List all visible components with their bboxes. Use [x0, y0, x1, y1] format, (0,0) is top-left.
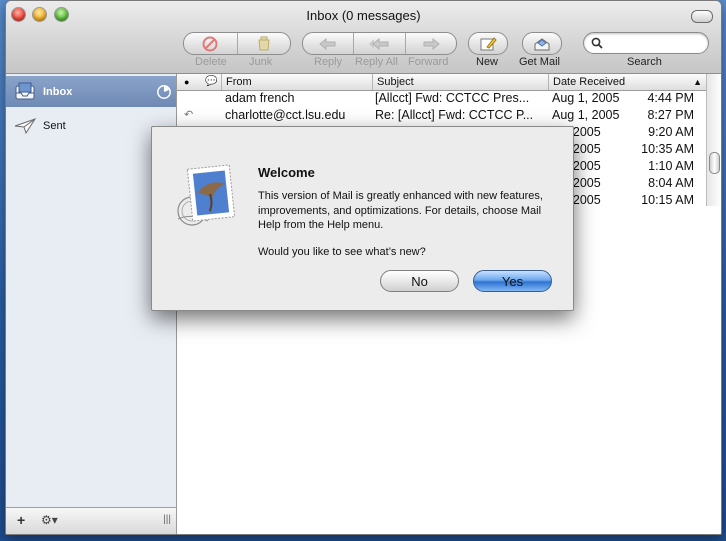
read-status-column-icon[interactable]: ●: [184, 74, 189, 90]
sidebar-item-label: Inbox: [43, 85, 73, 98]
row-time: 10:15 AM: [641, 193, 694, 207]
forward-button[interactable]: [404, 33, 456, 54]
junk-label: Junk: [249, 56, 273, 68]
search-input[interactable]: [583, 32, 709, 54]
row-subject: [Allcct] Fwd: CCTCC Pres...: [375, 91, 530, 105]
search-label: Search: [627, 56, 662, 68]
no-button[interactable]: No: [380, 270, 459, 292]
row-subject: Re: [Allcct] Fwd: CCTCC P...: [375, 108, 534, 122]
search-icon: [591, 37, 603, 49]
junk-icon: [258, 36, 270, 50]
get-mail-label: Get Mail: [519, 56, 560, 68]
yes-button[interactable]: Yes: [473, 270, 552, 292]
row-time: 10:35 AM: [641, 142, 694, 156]
row-time: 1:10 AM: [648, 159, 694, 173]
table-row[interactable]: adam french [Allcct] Fwd: CCTCC Pres... …: [177, 90, 707, 107]
sent-icon: [14, 117, 36, 134]
dialog-message: This version of Mail is greatly enhanced…: [258, 190, 543, 231]
junk-button[interactable]: [236, 33, 291, 54]
column-header-date[interactable]: Date Received ▲: [548, 74, 708, 90]
row-from: charlotte@cct.lsu.edu: [225, 108, 346, 122]
reply-all-label: Reply All: [355, 56, 398, 68]
no-button-label: No: [411, 273, 428, 289]
new-message-button[interactable]: [468, 32, 508, 55]
sidebar-bottom-bar: + ⚙▾ |||: [6, 507, 176, 534]
row-date: Aug 1, 2005: [552, 91, 620, 105]
toolbar-toggle-button[interactable]: [691, 10, 713, 23]
new-label: New: [476, 56, 499, 68]
get-mail-icon: [534, 37, 550, 50]
reply-all-arrow-icon: [369, 37, 389, 50]
welcome-dialog: Welcome This version of Mail is greatly …: [151, 126, 574, 311]
replied-icon: ↶: [184, 109, 194, 121]
row-from: adam french: [225, 91, 295, 105]
column-header-date-label: Date Received: [553, 76, 626, 88]
row-time: 9:20 AM: [648, 125, 694, 139]
toolbar: Inbox (0 messages) Delete Junk Reply Rep…: [6, 1, 721, 74]
compose-icon: [480, 36, 497, 50]
column-header-from[interactable]: From: [221, 74, 371, 90]
sidebar-item-inbox[interactable]: Inbox: [6, 76, 176, 107]
mail-stamp-icon: [177, 164, 236, 226]
flag-column-icon[interactable]: 💬: [205, 74, 217, 90]
activity-icon: [157, 85, 171, 99]
delete-junk-segment: [183, 32, 291, 55]
table-row[interactable]: ↶ charlotte@cct.lsu.edu Re: [Allcct] Fwd…: [177, 107, 707, 124]
reply-all-button[interactable]: [353, 33, 404, 54]
dialog-title: Welcome: [258, 165, 315, 180]
delete-label: Delete: [195, 56, 227, 68]
message-list-scrollbar[interactable]: [706, 74, 721, 206]
reply-button[interactable]: [303, 33, 353, 54]
inbox-icon: [15, 82, 35, 99]
window-title: Inbox (0 messages): [306, 8, 421, 23]
sidebar-item-label: Sent: [43, 119, 66, 132]
forward-arrow-icon: [423, 37, 440, 50]
delete-icon: [202, 36, 218, 51]
delete-button[interactable]: [184, 33, 237, 54]
row-time: 8:27 PM: [647, 108, 694, 122]
reply-label: Reply: [314, 56, 343, 68]
column-header-subject[interactable]: Subject: [372, 74, 549, 90]
row-time: 8:04 AM: [648, 176, 694, 190]
row-time: 4:44 PM: [647, 91, 694, 105]
reply-arrow-icon: [319, 37, 336, 50]
dialog-question: Would you like to see what’s new?: [258, 246, 426, 258]
message-list-header: ● 💬 From Subject Date Received ▲: [177, 74, 707, 91]
row-date: Aug 1, 2005: [552, 108, 620, 122]
reply-segment: [302, 32, 457, 55]
forward-label: Forward: [408, 56, 449, 68]
get-mail-button[interactable]: [522, 32, 562, 55]
add-mailbox-button[interactable]: +: [17, 512, 25, 528]
scrollbar-thumb[interactable]: [709, 152, 720, 174]
get-mail-cell[interactable]: [523, 33, 561, 54]
action-menu-button[interactable]: ⚙▾: [41, 513, 58, 527]
resize-handle[interactable]: |||: [163, 514, 171, 525]
new-message-cell[interactable]: [469, 33, 507, 54]
yes-button-label: Yes: [501, 273, 524, 289]
sort-arrow-icon: ▲: [693, 77, 702, 87]
